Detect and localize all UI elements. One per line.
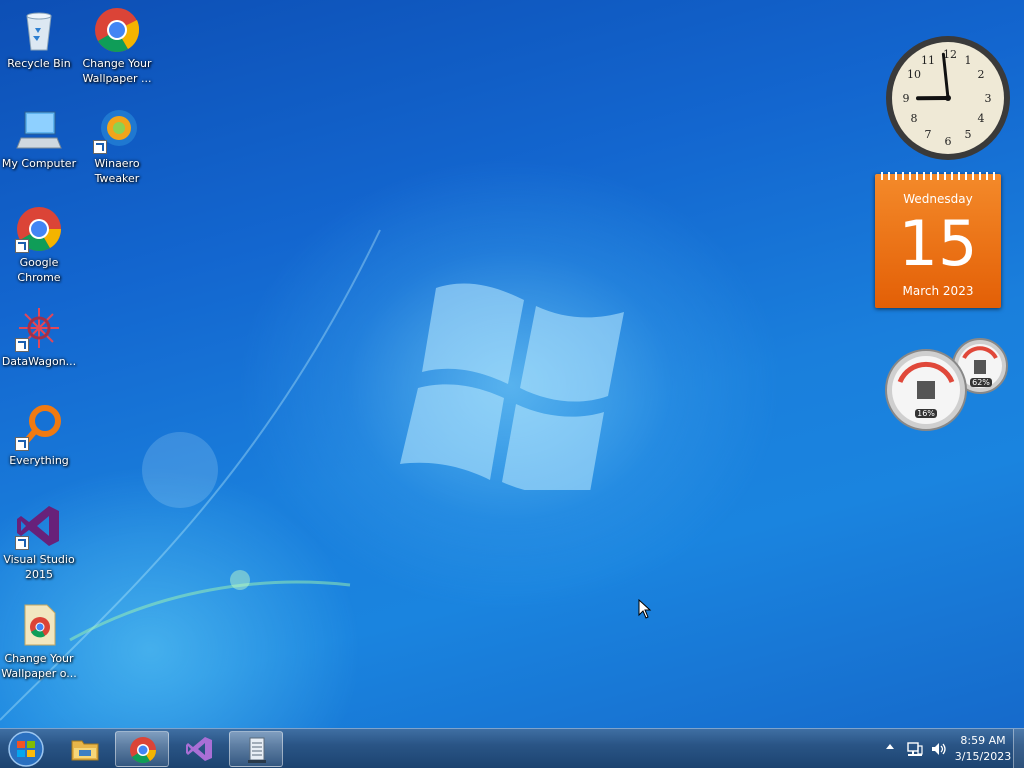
datawagon-icon — [15, 304, 63, 352]
shortcut-arrow-icon — [93, 140, 107, 154]
desktop[interactable]: Recycle Bin Change Your Wallpaper ... My… — [0, 0, 1024, 728]
windows-logo — [400, 283, 624, 490]
icon-label: Change Your Wallpaper o... — [1, 652, 77, 680]
notepad-icon — [248, 737, 266, 763]
chrome-document-icon — [15, 601, 63, 649]
system-tray: 8:59 AM 3/15/2023 — [864, 729, 1024, 768]
calendar-rings — [881, 172, 995, 180]
svg-text:9: 9 — [903, 92, 910, 105]
folder-icon — [71, 740, 99, 761]
chrome-icon — [15, 205, 63, 253]
visual-studio-icon-item[interactable]: Visual Studio 2015 — [0, 502, 78, 582]
computer-icon — [15, 106, 63, 154]
shortcut-arrow-icon — [15, 338, 29, 352]
taskbar-time: 8:59 AM — [960, 734, 1006, 747]
svg-text:7: 7 — [925, 128, 932, 141]
svg-text:8: 8 — [911, 112, 918, 125]
datawagon-icon-item[interactable]: DataWagon... — [0, 304, 78, 369]
shortcut-arrow-icon — [15, 239, 29, 253]
recycle-bin-icon-item[interactable]: Recycle Bin — [0, 6, 78, 71]
svg-text:5: 5 — [965, 128, 972, 141]
network-icon[interactable] — [906, 740, 924, 758]
mouse-cursor-icon — [638, 599, 652, 619]
icon-label: Change Your Wallpaper ... — [82, 57, 152, 85]
change-wallpaper-icon-item[interactable]: Change Your Wallpaper ... — [78, 6, 156, 86]
icon-label: My Computer — [1, 157, 77, 170]
calendar-day: 15 — [898, 207, 978, 280]
everything-icon-item[interactable]: Everything — [0, 403, 78, 468]
my-computer-icon-item[interactable]: My Computer — [0, 106, 78, 171]
shortcut-arrow-icon — [15, 437, 29, 451]
taskbar: 8:59 AM 3/15/2023 — [0, 728, 1024, 768]
svg-text:10: 10 — [907, 68, 921, 81]
icon-label: Winaero Tweaker — [94, 157, 140, 185]
taskbar-visual-studio-button[interactable] — [172, 731, 226, 767]
show-desktop-button[interactable] — [1013, 729, 1024, 768]
taskbar-chrome-button[interactable] — [115, 731, 169, 767]
volume-icon[interactable] — [930, 740, 948, 758]
change-wallpaper-online-icon-item[interactable]: Change Your Wallpaper o... — [0, 601, 78, 681]
icon-label: Recycle Bin — [7, 57, 71, 70]
svg-text:11: 11 — [921, 54, 935, 67]
svg-text:6: 6 — [945, 135, 952, 148]
winaero-tweaker-icon — [93, 106, 141, 154]
visual-studio-icon — [15, 502, 63, 550]
icon-label: DataWagon... — [1, 355, 77, 368]
taskbar-date: 3/15/2023 — [954, 750, 1012, 763]
shortcut-arrow-icon — [15, 536, 29, 550]
visual-studio-icon — [186, 737, 212, 761]
calendar-month-year: March 2023 — [902, 284, 974, 298]
calendar-gadget[interactable]: Wednesday 15 March 2023 — [875, 172, 1001, 308]
calendar-weekday: Wednesday — [903, 192, 973, 206]
cpu-meter-gadget[interactable]: 62% 16% — [884, 336, 1014, 432]
cpu-value: 16% — [917, 409, 935, 418]
svg-text:2: 2 — [978, 68, 985, 81]
svg-text:1: 1 — [965, 54, 972, 67]
google-chrome-icon-item[interactable]: Google Chrome — [0, 205, 78, 285]
svg-text:4: 4 — [978, 112, 985, 125]
taskbar-clock[interactable]: 8:59 AM 3/15/2023 — [952, 733, 1014, 765]
winaero-tweaker-icon-item[interactable]: Winaero Tweaker — [78, 106, 156, 186]
svg-text:3: 3 — [985, 92, 992, 105]
taskbar-file-explorer-button[interactable] — [58, 731, 112, 767]
recycle-bin-icon — [15, 6, 63, 54]
icon-label: Everything — [9, 454, 69, 467]
taskbar-notepad-button[interactable] — [229, 731, 283, 767]
icon-label: Visual Studio 2015 — [3, 553, 75, 581]
show-hidden-icons-button[interactable] — [886, 744, 894, 749]
start-button[interactable] — [4, 730, 48, 768]
memory-value: 62% — [972, 378, 990, 387]
clock-gadget[interactable]: 12 12 345 678 91011 — [884, 34, 1012, 162]
chrome-icon — [130, 737, 157, 764]
magnifier-icon — [15, 403, 63, 451]
icon-label: Google Chrome — [17, 256, 61, 284]
chrome-icon — [93, 6, 141, 54]
